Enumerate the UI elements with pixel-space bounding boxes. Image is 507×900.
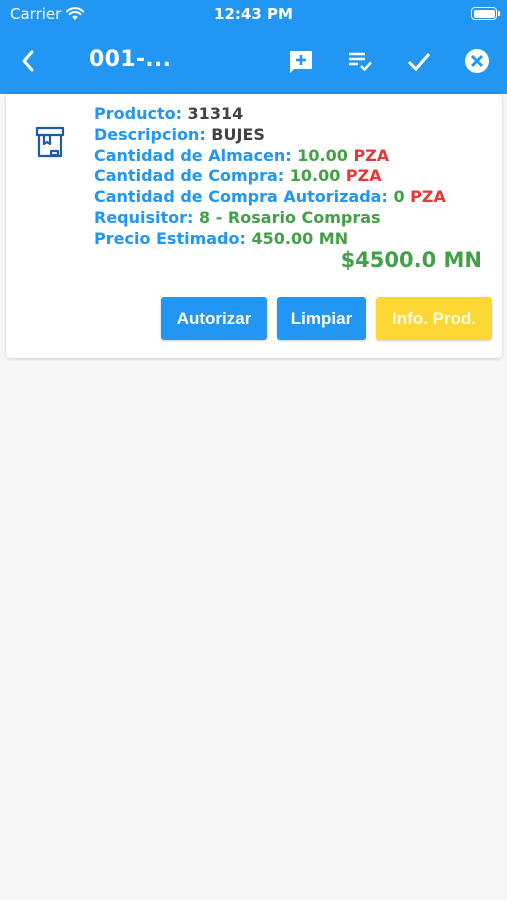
producto-label: Producto: bbox=[94, 104, 188, 123]
producto-row: Producto: 31314 bbox=[94, 104, 494, 125]
add-comment-button[interactable] bbox=[286, 46, 316, 76]
autorizada-row: Cantidad de Compra Autorizada: 0 PZA bbox=[94, 187, 494, 208]
playlist-check-icon bbox=[349, 52, 372, 72]
autorizar-button[interactable]: Autorizar bbox=[161, 297, 267, 340]
almacen-value: 10.00 bbox=[297, 145, 348, 165]
product-card: Producto: 31314 Descripcion: BUJES Canti… bbox=[6, 94, 502, 358]
precio-label: Precio Estimado: bbox=[94, 228, 252, 248]
cancel-icon bbox=[465, 49, 489, 73]
almacen-row: Cantidad de Almacen: 10.00 PZA bbox=[94, 146, 494, 167]
back-button[interactable] bbox=[14, 47, 42, 75]
add-comment-icon bbox=[290, 51, 312, 73]
cancel-button[interactable] bbox=[462, 46, 492, 76]
almacen-label: Cantidad de Almacen: bbox=[94, 145, 298, 165]
back-icon bbox=[22, 50, 34, 72]
total-amount: $4500.0 MN bbox=[340, 248, 482, 272]
compra-label: Cantidad de Compra: bbox=[94, 166, 290, 186]
check-icon bbox=[407, 53, 431, 72]
app-bar: Carrier 12:43 PM 001-... bbox=[0, 0, 507, 94]
requisitor-value: 8 - Rosario Compras bbox=[199, 207, 381, 227]
info-product-button[interactable]: Info. Prod. bbox=[376, 297, 492, 340]
compra-value: 10.00 bbox=[289, 166, 341, 186]
almacen-unit: PZA bbox=[353, 145, 390, 165]
requisitor-label: Requisitor: bbox=[94, 207, 200, 227]
status-bar: Carrier 12:43 PM bbox=[0, 0, 507, 28]
checklist-button[interactable] bbox=[345, 46, 375, 76]
autorizada-value: 0 bbox=[393, 187, 405, 207]
limpiar-button[interactable]: Limpiar bbox=[277, 297, 366, 340]
battery-icon bbox=[471, 7, 500, 20]
descripcion-label: Descripcion: bbox=[94, 124, 212, 144]
descripcion-value: BUJES bbox=[211, 124, 265, 144]
requisitor-row: Requisitor: 8 - Rosario Compras bbox=[94, 208, 494, 229]
compra-unit: PZA bbox=[345, 166, 382, 186]
page-title: 001-... bbox=[89, 47, 172, 72]
confirm-button[interactable] bbox=[404, 46, 434, 76]
compra-row: Cantidad de Compra: 10.00 PZA bbox=[94, 166, 494, 187]
autorizada-unit: PZA bbox=[410, 187, 446, 207]
product-details: Producto: 31314 Descripcion: BUJES Canti… bbox=[94, 104, 494, 250]
inventory-box-icon bbox=[35, 126, 65, 158]
descripcion-row: Descripcion: BUJES bbox=[94, 125, 494, 146]
precio-row: Precio Estimado: 450.00 MN bbox=[94, 229, 494, 250]
toolbar: 001-... bbox=[0, 40, 507, 82]
precio-value: 450.00 MN bbox=[251, 228, 349, 248]
status-time: 12:43 PM bbox=[214, 5, 293, 23]
autorizada-label: Cantidad de Compra Autorizada: bbox=[94, 187, 394, 207]
producto-value: 31314 bbox=[187, 104, 244, 123]
